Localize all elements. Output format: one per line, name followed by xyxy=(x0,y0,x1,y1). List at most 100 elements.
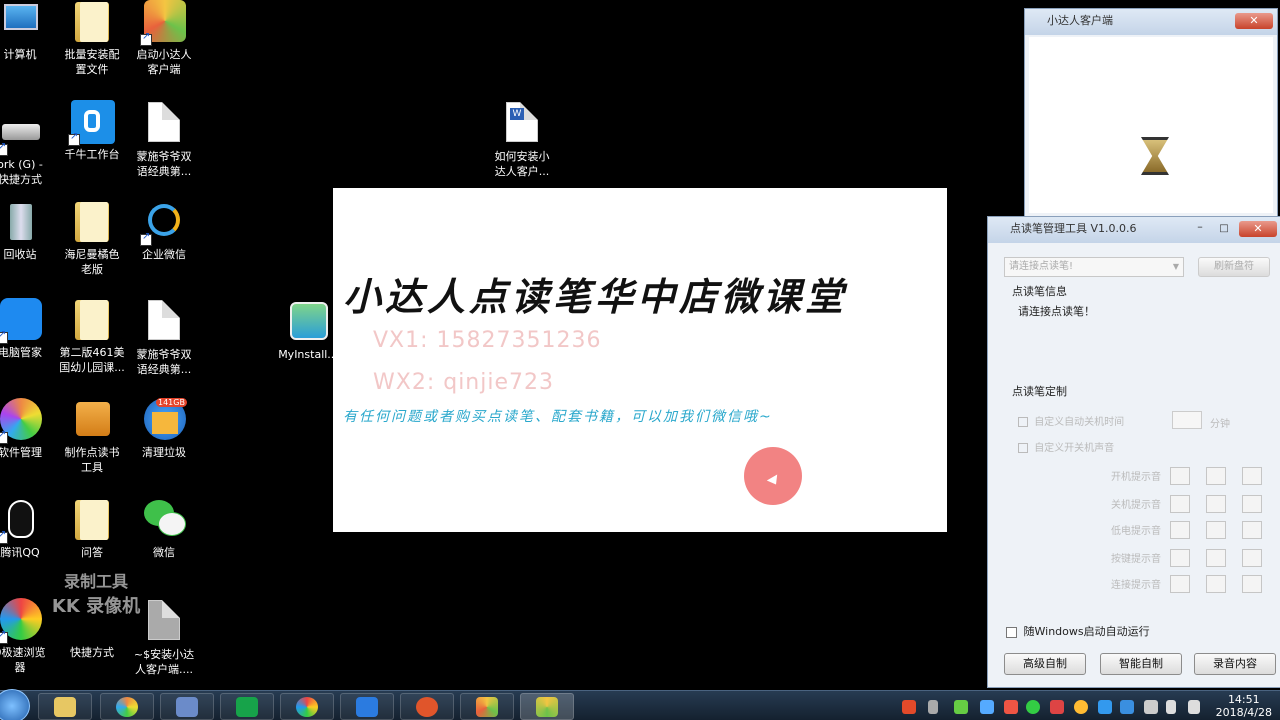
signal-icon[interactable] xyxy=(1166,700,1176,714)
tray-icon[interactable] xyxy=(1004,700,1018,714)
trash-icon[interactable] xyxy=(1242,521,1262,539)
desktop-icon-wecom[interactable]: 企业微信 xyxy=(126,200,202,262)
info-heading: 点读笔信息 xyxy=(1012,285,1067,298)
desktop-icon-install-guide[interactable]: W 如何安装小 达人客户... xyxy=(484,100,560,179)
desktop-icon-label: 软件管理 xyxy=(0,446,42,459)
shield-icon[interactable] xyxy=(1120,700,1134,714)
taskbar-software-manager[interactable] xyxy=(100,693,154,720)
qianniu-icon xyxy=(68,100,115,146)
tray-icon[interactable] xyxy=(1098,700,1112,714)
pen-manager-titlebar[interactable]: 点读笔管理工具 V1.0.0.6 – □ ✕ xyxy=(988,217,1280,243)
checkbox[interactable] xyxy=(1006,626,1017,638)
client-window: 小达人客户端 ✕ xyxy=(1024,8,1278,218)
desktop-icon-doc-2[interactable]: 蒙施爷爷双 语经典第... xyxy=(126,298,202,377)
play-icon[interactable] xyxy=(1206,495,1226,513)
client-window-titlebar[interactable]: 小达人客户端 ✕ xyxy=(1025,9,1277,35)
autostart-label: 随Windows启动自动运行 xyxy=(1023,625,1150,638)
document-icon xyxy=(142,300,186,344)
advanced-custom-button[interactable]: 高级自制 xyxy=(1004,653,1086,675)
sound-option[interactable]: 自定义开关机声音 xyxy=(1018,439,1114,454)
volume-icon[interactable] xyxy=(1188,700,1200,714)
desktop-icon-wechat[interactable]: 微信 xyxy=(126,498,202,560)
taskbar-browser[interactable] xyxy=(280,693,334,720)
desktop-icon-qq[interactable]: 腾讯QQ xyxy=(0,498,58,560)
device-select[interactable]: 请连接点读笔! ▼ xyxy=(1004,257,1184,277)
minimize-icon[interactable]: – xyxy=(1189,221,1211,237)
taskbar-explorer[interactable] xyxy=(38,693,92,720)
trash-icon[interactable] xyxy=(1242,549,1262,567)
taskbar-pen-tool[interactable] xyxy=(520,693,574,720)
desktop-icon-qianniu[interactable]: 千牛工作台 xyxy=(54,100,130,162)
sound-row-label: 低电提示音 xyxy=(1111,526,1161,537)
power-off-minutes-input[interactable] xyxy=(1172,411,1202,429)
taskbar-wps-sheet[interactable] xyxy=(220,693,274,720)
tray-icon[interactable] xyxy=(1050,700,1064,714)
start-button[interactable] xyxy=(0,689,30,720)
play-icon[interactable] xyxy=(1206,467,1226,485)
folder-icon[interactable] xyxy=(1170,495,1190,513)
sound-row: 关机提示音 xyxy=(988,493,1280,515)
browser-icon xyxy=(296,697,318,717)
hourglass-icon xyxy=(1141,137,1169,175)
desktop-icon-heinemann[interactable]: 海尼曼橘色 老版 xyxy=(54,200,130,277)
checkbox[interactable] xyxy=(1018,417,1028,427)
tray-icon[interactable] xyxy=(928,700,938,714)
desktop-icon-label: 制作点读书 工具 xyxy=(64,446,120,474)
taskbar-clock[interactable]: 14:51 2018/4/28 xyxy=(1216,693,1272,719)
close-icon[interactable]: ✕ xyxy=(1235,13,1273,29)
taskbar-wps-writer[interactable] xyxy=(340,693,394,720)
taskbar-client[interactable] xyxy=(460,693,514,720)
autostart-option[interactable]: 随Windows启动自动运行 xyxy=(1006,623,1150,639)
desktop-icon-label: 蒙施爷爷双 语经典第... xyxy=(136,348,192,376)
desktop-icon-doc-1[interactable]: 蒙施爷爷双 语经典第... xyxy=(126,100,202,179)
desktop-icon-software-manager[interactable]: 软件管理 xyxy=(0,398,58,460)
chevron-down-icon: ▼ xyxy=(1172,262,1179,271)
desktop-icon-book-tool[interactable]: 制作点读书 工具 xyxy=(54,398,130,475)
splash-title: 小达人点读笔华中店微课堂 xyxy=(343,274,848,319)
tray-icon[interactable] xyxy=(954,700,968,714)
power-off-label: 自定义自动关机时间 xyxy=(1034,417,1125,428)
trash-icon[interactable] xyxy=(1242,467,1262,485)
folder-icon[interactable] xyxy=(1170,521,1190,539)
taskbar: 14:51 2018/4/28 xyxy=(0,689,1280,720)
desktop-icon-461-course[interactable]: 第二版461美 国幼儿园课... xyxy=(54,298,130,375)
search-icon[interactable] xyxy=(1074,700,1088,714)
record-content-button[interactable]: 录音内容 xyxy=(1194,653,1276,675)
power-off-option[interactable]: 自定义自动关机时间 xyxy=(1018,413,1124,428)
tray-icon[interactable] xyxy=(1144,700,1158,714)
taskbar-recorder[interactable] xyxy=(400,693,454,720)
desktop-icon-clean-junk[interactable]: 141GB 清理垃圾 xyxy=(126,398,202,460)
taskbar-network[interactable] xyxy=(160,693,214,720)
wechat-icon[interactable] xyxy=(1026,700,1040,714)
shortcut-arrow-icon xyxy=(0,629,8,644)
refresh-drive-button[interactable]: 刷新盘符 xyxy=(1198,257,1270,277)
play-icon[interactable] xyxy=(1206,521,1226,539)
mouse-cursor-highlight xyxy=(744,447,802,505)
desktop-icon-drive-shortcut[interactable]: ork (G) - 快捷方式 xyxy=(0,110,58,187)
play-icon[interactable] xyxy=(1206,549,1226,567)
desktop-icon-pc-manager[interactable]: 电脑管家 xyxy=(0,298,58,360)
desktop-icon-qa[interactable]: 问答 xyxy=(54,498,130,560)
play-icon[interactable] xyxy=(1206,575,1226,593)
desktop-icon-label: 启动小达人 客户端 xyxy=(136,48,192,76)
trash-icon[interactable] xyxy=(1242,575,1262,593)
document-icon xyxy=(142,102,186,146)
maximize-icon[interactable]: □ xyxy=(1213,221,1235,237)
desktop-icon-batch-config[interactable]: 批量安装配 置文件 xyxy=(54,0,130,77)
splash-wx-contact: WX2: qinjie723 xyxy=(373,370,554,395)
sogou-input-icon[interactable] xyxy=(902,700,916,714)
checkbox[interactable] xyxy=(1018,443,1028,453)
desktop-icon-computer[interactable]: 计算机 xyxy=(0,0,58,62)
folder-icon[interactable] xyxy=(1170,467,1190,485)
folder-icon[interactable] xyxy=(1170,575,1190,593)
smart-custom-button[interactable]: 智能自制 xyxy=(1100,653,1182,675)
desktop-icon-launch-client[interactable]: 启动小达人 客户端 xyxy=(126,0,202,77)
trash-icon[interactable] xyxy=(1242,495,1262,513)
folder-icon[interactable] xyxy=(1170,549,1190,567)
client-logo-icon xyxy=(476,697,498,717)
tray-icon[interactable] xyxy=(980,700,994,714)
folder-icon xyxy=(70,200,114,244)
close-icon[interactable]: ✕ xyxy=(1239,221,1277,237)
desktop-icon-recycle-bin[interactable]: 回收站 xyxy=(0,200,58,262)
folder-icon xyxy=(70,0,114,44)
